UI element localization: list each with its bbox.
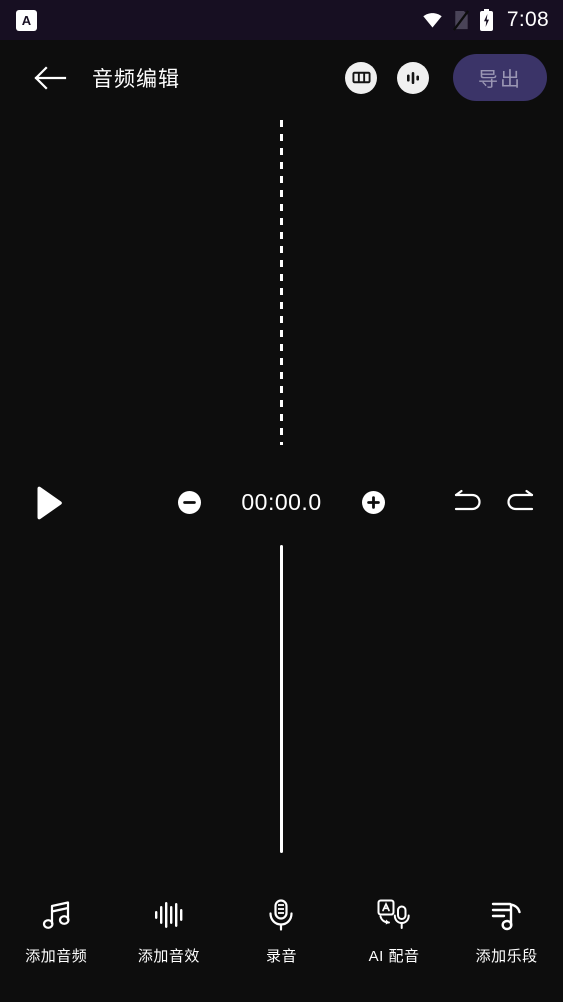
tool-add-audio[interactable]: 添加音频 (0, 896, 113, 966)
undo-button[interactable] (451, 486, 485, 520)
status-bar-right: 7:08 (422, 8, 549, 32)
tool-ai-dubbing[interactable]: AI 配音 (338, 896, 451, 966)
app-notification-icon: A (16, 9, 37, 31)
zoom-out-button[interactable] (176, 489, 204, 517)
back-button[interactable] (30, 58, 70, 98)
battery-charging-icon (479, 9, 493, 31)
history-buttons (451, 486, 537, 520)
film-strip-icon (351, 71, 371, 84)
audio-wave-button[interactable] (397, 61, 429, 94)
page-title: 音频编辑 (92, 67, 180, 91)
playhead-dashed-line[interactable] (280, 120, 283, 445)
bottom-toolbar: 添加音频 添加音效 录音 AI 配音 添加乐段 (0, 882, 563, 1002)
tool-label-ai-dubbing: AI 配音 (368, 948, 420, 965)
music-segment-icon (490, 896, 524, 934)
no-sim-icon (452, 9, 469, 31)
audio-wave-icon (407, 71, 419, 84)
export-button[interactable]: 导出 (453, 54, 547, 101)
tool-add-music-segment[interactable]: 添加乐段 (450, 896, 563, 966)
tool-record[interactable]: 录音 (225, 896, 338, 966)
back-arrow-icon (34, 65, 67, 90)
zoom-in-button[interactable] (360, 489, 388, 517)
minus-circle-icon (178, 491, 201, 514)
microphone-icon (264, 896, 298, 934)
undo-icon (454, 489, 481, 510)
plus-circle-icon (362, 491, 385, 514)
timecode-display: 00:00.0 (241, 489, 322, 515)
clip-track-button[interactable] (345, 61, 377, 94)
wifi-icon (423, 12, 442, 27)
ai-dubbing-icon (376, 896, 412, 934)
tool-label-add-sound-effect: 添加音效 (137, 948, 200, 965)
tool-label-add-audio: 添加音频 (25, 948, 88, 965)
app-header: 音频编辑 导出 (0, 40, 563, 115)
status-bar-time: 7:08 (506, 8, 549, 31)
tool-add-sound-effect[interactable]: 添加音效 (113, 896, 226, 966)
app-notification-letter: A (21, 12, 32, 28)
timeline-upper-area[interactable] (0, 115, 563, 460)
tool-label-record: 录音 (265, 948, 297, 965)
status-bar: A 7:08 (0, 0, 563, 40)
audio-editor-screen: A 7:08 音频编辑 导出 00:00.0 添加音频 添加音效 录音 AI 配… (0, 0, 563, 1002)
playback-control-bar: 00:00.0 (0, 460, 563, 545)
tool-label-add-music-segment: 添加乐段 (475, 948, 538, 965)
playhead-solid-line[interactable] (280, 545, 283, 853)
header-actions: 导出 (345, 54, 547, 101)
redo-icon (507, 489, 534, 510)
timeline-lower-area[interactable] (0, 545, 563, 882)
music-note-icon (39, 896, 73, 934)
redo-button[interactable] (503, 486, 537, 520)
sound-effect-icon (152, 896, 186, 934)
